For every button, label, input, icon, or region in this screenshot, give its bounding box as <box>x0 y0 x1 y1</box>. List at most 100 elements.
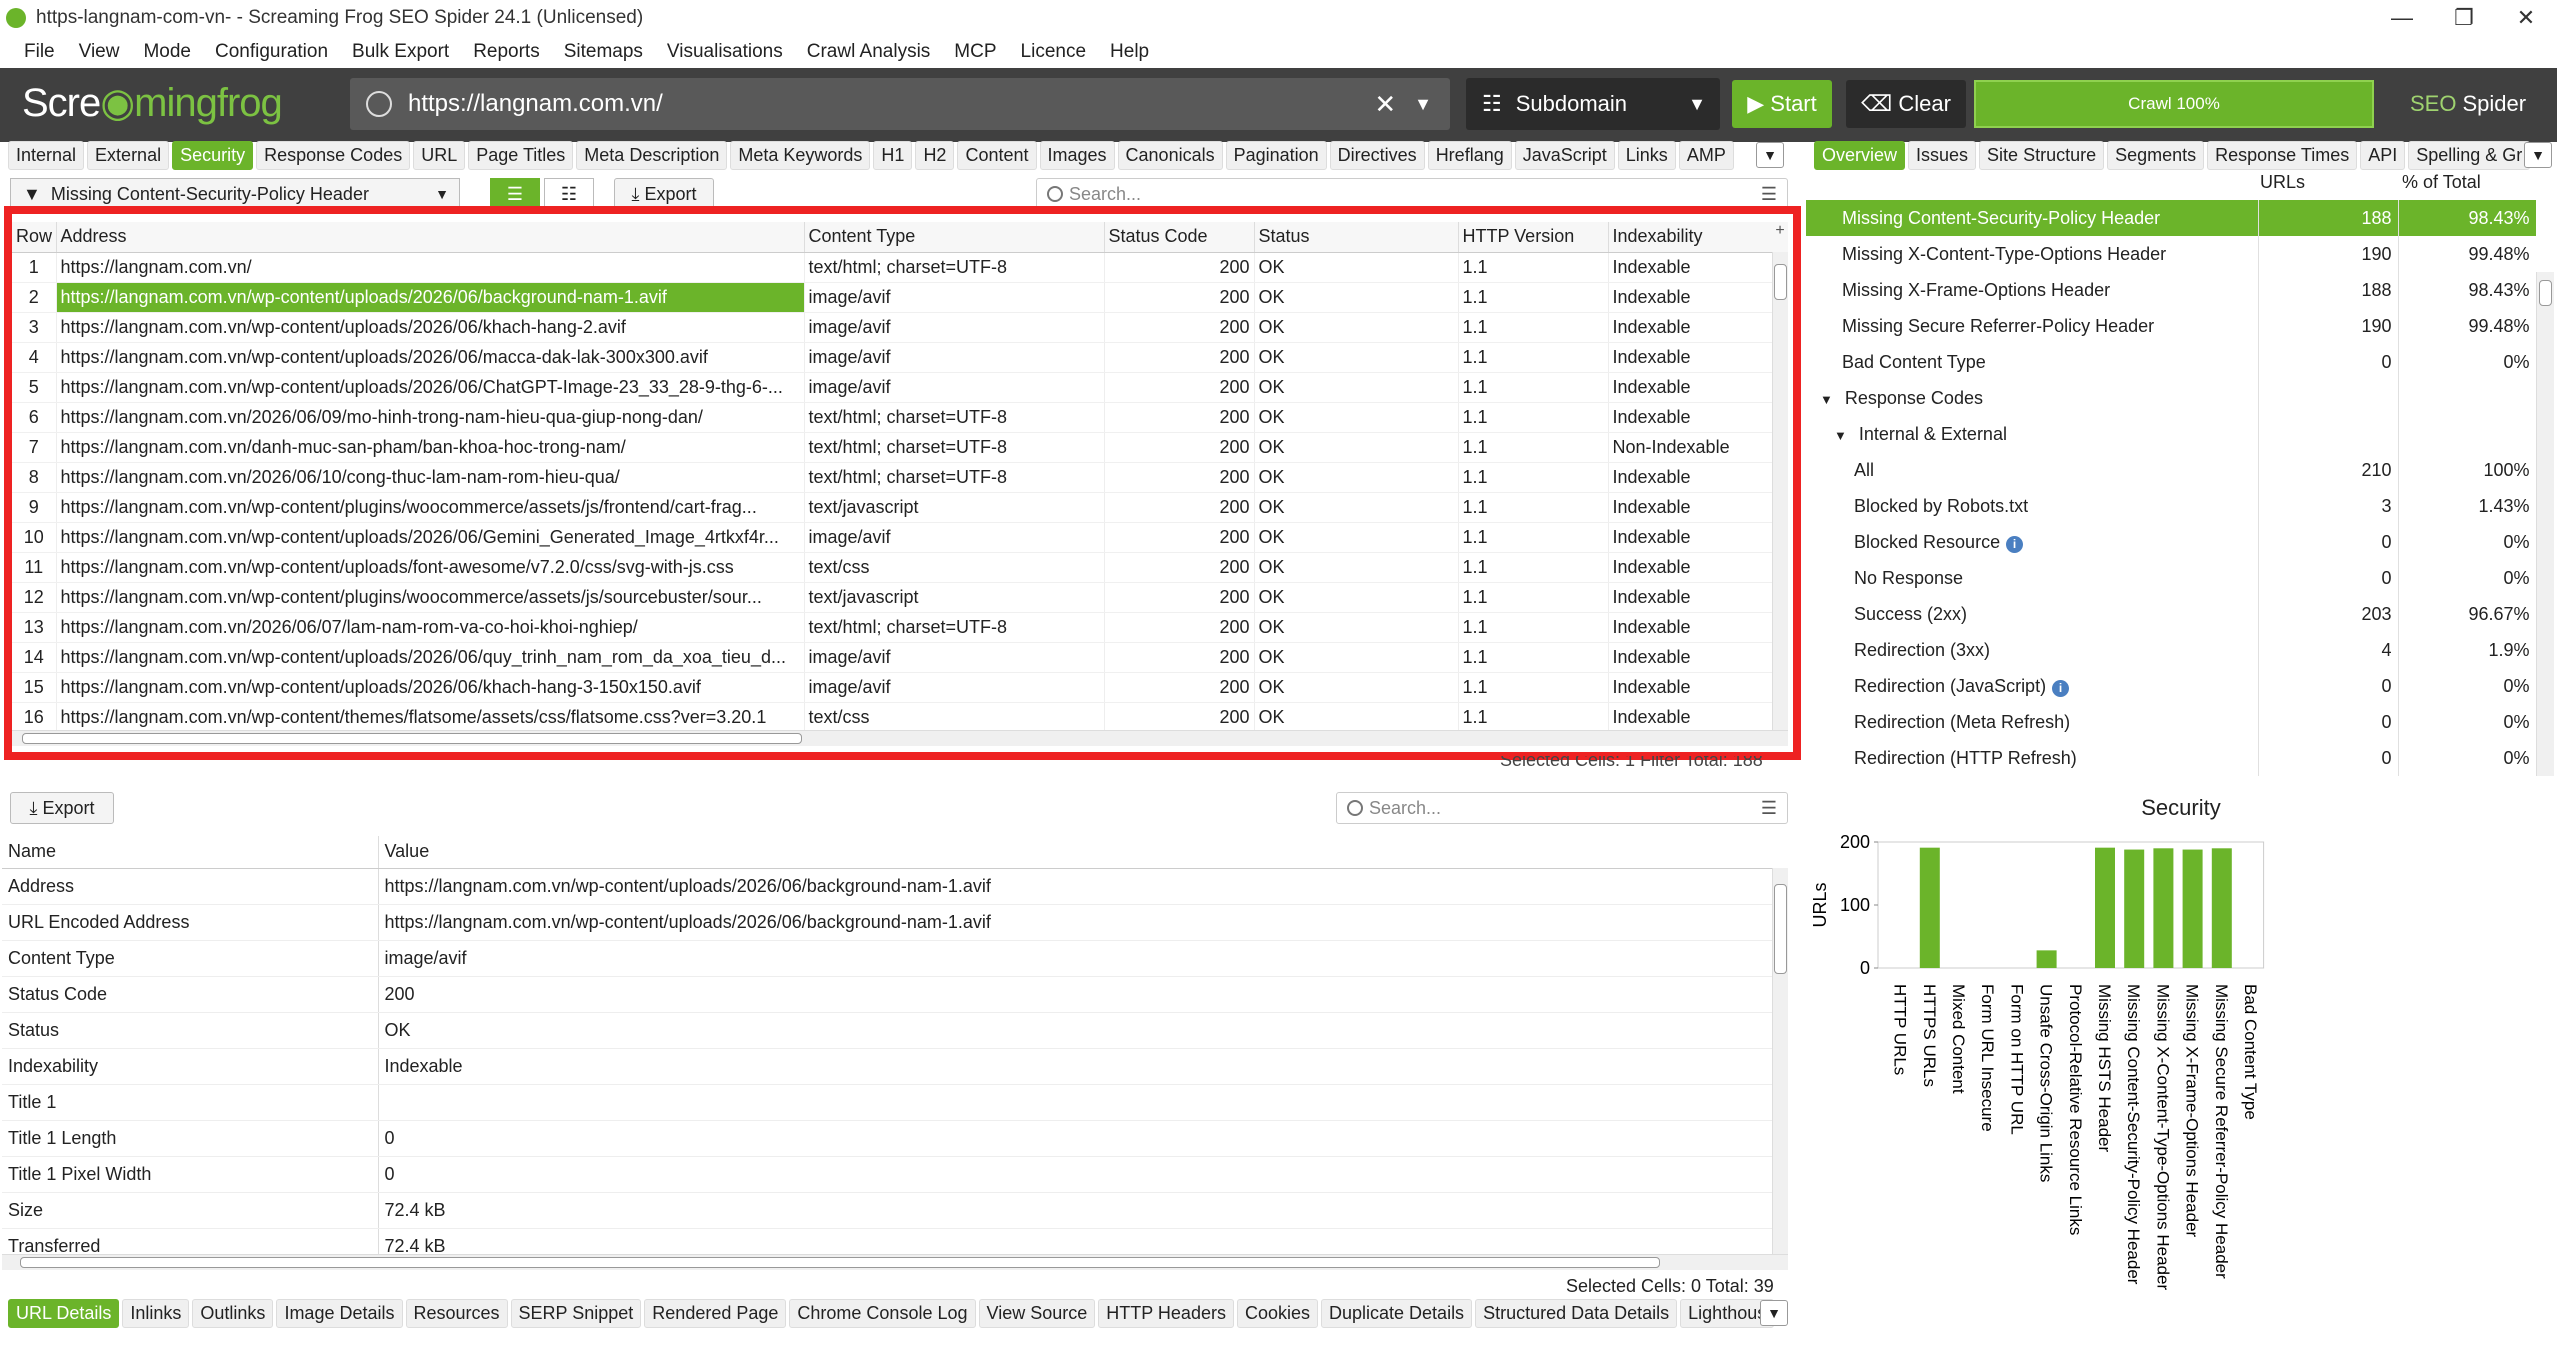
overview-row[interactable]: Redirection (Meta Refresh) 0 0% <box>1806 704 2536 740</box>
details-horizontal-scrollbar[interactable] <box>2 1254 1788 1270</box>
tab-directives[interactable]: Directives <box>1329 140 1425 170</box>
tabs-overflow-dropdown-icon[interactable]: ▼ <box>1756 142 1784 168</box>
table-row[interactable]: Status Code 200 <box>2 976 1772 1013</box>
bottom-tab-resources[interactable]: Resources <box>405 1298 508 1328</box>
tab-meta-keywords[interactable]: Meta Keywords <box>730 140 871 170</box>
bottom-tab-chrome-console-log[interactable]: Chrome Console Log <box>789 1298 976 1328</box>
overview-row[interactable]: Blocked by Robots.txt 3 1.43% <box>1806 488 2536 524</box>
details-vertical-scrollbar[interactable] <box>1772 868 1788 1256</box>
right-tab-api[interactable]: API <box>2360 140 2406 170</box>
overview-row[interactable]: No Response 0 0% <box>1806 560 2536 596</box>
menu-item-bulk-export[interactable]: Bulk Export <box>340 41 461 63</box>
overview-row[interactable]: ▼ Internal & External <box>1806 416 2536 452</box>
right-tab-segments[interactable]: Segments <box>2107 140 2205 170</box>
table-row[interactable]: Content Type image/avif <box>2 940 1772 977</box>
overview-row[interactable]: All 210 100% <box>1806 452 2536 488</box>
bottom-tab-cookies[interactable]: Cookies <box>1236 1298 1318 1328</box>
overview-row[interactable]: Redirection (3xx) 4 1.9% <box>1806 632 2536 668</box>
bottom-tab-outlinks[interactable]: Outlinks <box>192 1298 274 1328</box>
overview-row[interactable]: Missing Secure Referrer-Policy Header 190… <box>1806 308 2536 344</box>
menu-item-reports[interactable]: Reports <box>461 41 552 63</box>
url-history-dropdown-icon[interactable]: ▼ <box>1414 94 1432 115</box>
overview-row[interactable]: ▼ Response Codes <box>1806 380 2536 416</box>
bottom-tab-image-details[interactable]: Image Details <box>276 1298 403 1328</box>
overview-row[interactable]: Redirection (HTTP Refresh) 0 0% <box>1806 740 2536 776</box>
bottom-tabs-overflow-dropdown-icon[interactable]: ▼ <box>1760 1300 1788 1326</box>
scrollbar-thumb[interactable] <box>1774 884 1787 974</box>
tab-pagination[interactable]: Pagination <box>1225 140 1327 170</box>
bottom-tab-duplicate-details[interactable]: Duplicate Details <box>1321 1298 1473 1328</box>
bar-missing-content-security-policy-header[interactable] <box>2124 849 2145 968</box>
overview-row[interactable]: Blocked Resource i 0 0% <box>1806 524 2536 560</box>
bar-missing-x-frame-options-header[interactable] <box>2182 849 2203 968</box>
clear-button[interactable]: ⌫ Clear <box>1846 80 1966 128</box>
right-tab-site-structure[interactable]: Site Structure <box>1979 140 2105 170</box>
detail-value-cell[interactable]: 0 <box>378 1156 1772 1193</box>
overview-row[interactable]: Missing X-Content-Type-Options Header 190… <box>1806 236 2536 272</box>
tab-response-codes[interactable]: Response Codes <box>256 140 411 170</box>
tab-internal[interactable]: Internal <box>8 140 85 170</box>
details-header-value[interactable]: Value <box>378 836 1772 869</box>
detail-value-cell[interactable]: image/avif <box>378 940 1772 977</box>
menu-item-sitemaps[interactable]: Sitemaps <box>552 41 655 63</box>
url-input-value[interactable]: https://langnam.com.vn/ <box>408 90 1374 118</box>
menu-item-configuration[interactable]: Configuration <box>203 41 340 63</box>
info-icon[interactable]: i <box>2006 535 2024 553</box>
table-row[interactable]: URL Encoded Address https://langnam.com.v… <box>2 904 1772 941</box>
detail-value-cell[interactable]: 72.4 kB <box>378 1228 1772 1256</box>
overview-row[interactable]: Bad Content Type 0 0% <box>1806 344 2536 380</box>
bottom-tab-rendered-page[interactable]: Rendered Page <box>644 1298 787 1328</box>
details-header-name[interactable]: Name <box>2 836 379 869</box>
tab-page-titles[interactable]: Page Titles <box>468 140 574 170</box>
menu-item-licence[interactable]: Licence <box>1009 41 1099 63</box>
detail-value-cell[interactable]: 200 <box>378 976 1772 1013</box>
menu-item-mcp[interactable]: MCP <box>942 41 1008 63</box>
bar-missing-hsts-header[interactable] <box>2095 847 2115 968</box>
tab-url[interactable]: URL <box>413 140 466 170</box>
table-row[interactable]: Address https://langnam.com.vn/wp-content… <box>2 868 1772 905</box>
tab-h1[interactable]: H1 <box>873 140 913 170</box>
menu-item-view[interactable]: View <box>67 41 132 63</box>
bar-missing-x-content-type-options-header[interactable] <box>2153 848 2174 968</box>
maximize-icon[interactable]: ❐ <box>2433 0 2495 36</box>
menu-item-crawl-analysis[interactable]: Crawl Analysis <box>795 41 943 63</box>
tab-images[interactable]: Images <box>1039 140 1115 170</box>
bottom-tab-url-details[interactable]: URL Details <box>8 1298 120 1328</box>
right-tabs-overflow-dropdown-icon[interactable]: ▼ <box>2524 142 2552 168</box>
table-row[interactable]: Indexability Indexable <box>2 1048 1772 1085</box>
tab-amp[interactable]: AMP <box>1678 140 1734 170</box>
bottom-tab-serp-snippet[interactable]: SERP Snippet <box>510 1298 642 1328</box>
details-export-button[interactable]: ⤓ Export <box>10 792 114 824</box>
right-tab-overview[interactable]: Overview <box>1814 140 1906 170</box>
tab-content[interactable]: Content <box>957 140 1037 170</box>
table-row[interactable]: Title 1 Length 0 <box>2 1120 1772 1157</box>
details-search-input[interactable]: Search... ☰ <box>1336 792 1788 824</box>
search-options-icon[interactable]: ☰ <box>1761 798 1777 819</box>
info-icon[interactable]: i <box>2052 679 2070 697</box>
tab-links[interactable]: Links <box>1617 140 1676 170</box>
bottom-tab-structured-data-details[interactable]: Structured Data Details <box>1475 1298 1678 1328</box>
overview-row[interactable]: Success (2xx) 203 96.67% <box>1806 596 2536 632</box>
right-tab-issues[interactable]: Issues <box>1908 140 1977 170</box>
bar-https-urls[interactable] <box>1919 847 1940 968</box>
table-row[interactable]: Title 1 <box>2 1084 1772 1121</box>
bar-unsafe-cross-origin-links[interactable] <box>2036 950 2057 968</box>
bottom-tab-view-source[interactable]: View Source <box>978 1298 1096 1328</box>
tab-hreflang[interactable]: Hreflang <box>1427 140 1512 170</box>
table-row[interactable]: Status OK <box>2 1012 1772 1049</box>
close-icon[interactable]: ✕ <box>2495 0 2557 36</box>
overview-row[interactable]: Redirection (JavaScript) i 0 0% <box>1806 668 2536 704</box>
right-tab-spelling-gr[interactable]: Spelling & Gr <box>2408 140 2531 170</box>
detail-value-cell[interactable] <box>378 1084 1772 1121</box>
start-button[interactable]: ▶ Start <box>1732 80 1832 128</box>
overview-row[interactable]: Missing X-Frame-Options Header 188 98.43% <box>1806 272 2536 308</box>
detail-value-cell[interactable]: 0 <box>378 1120 1772 1157</box>
menu-item-help[interactable]: Help <box>1098 41 1161 63</box>
detail-value-cell[interactable]: OK <box>378 1012 1772 1049</box>
search-options-icon[interactable]: ☰ <box>1761 184 1777 205</box>
minimize-icon[interactable]: — <box>2371 0 2433 36</box>
tab-security[interactable]: Security <box>172 140 254 170</box>
crawl-mode-dropdown[interactable]: ☷ Subdomain ▼ <box>1466 78 1720 130</box>
tab-h2[interactable]: H2 <box>915 140 955 170</box>
detail-value-cell[interactable]: https://langnam.com.vn/wp-content/upload… <box>378 868 1772 905</box>
